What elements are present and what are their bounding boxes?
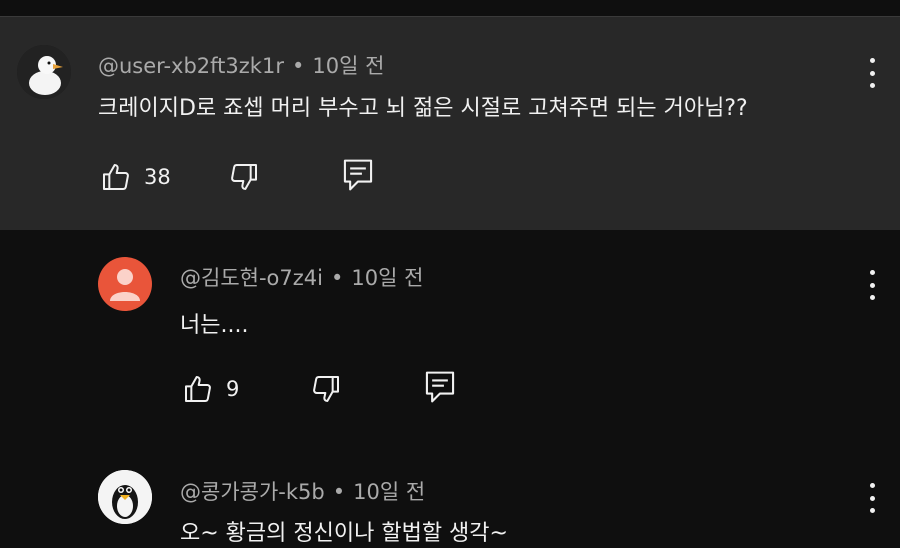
reply-comment-icon — [425, 371, 455, 403]
comment-meta: @콩가콩가-k5b • 10일 전 — [180, 476, 425, 506]
more-options-button[interactable] — [868, 58, 876, 88]
comment-author[interactable]: @user-xb2ft3zk1r — [98, 54, 284, 78]
comment-author[interactable]: @김도현-o7z4i — [180, 266, 323, 290]
comment-meta: @김도현-o7z4i • 10일 전 — [180, 262, 423, 292]
highlighted-comment — [0, 17, 900, 230]
default-user-avatar-icon[interactable] — [98, 257, 152, 311]
reply-comment-icon — [343, 159, 373, 191]
like-button[interactable]: 9 — [182, 373, 239, 405]
comment-author[interactable]: @콩가콩가-k5b — [180, 480, 325, 504]
more-options-button[interactable] — [868, 270, 876, 300]
duck-avatar-icon[interactable] — [17, 45, 71, 99]
meta-separator: • — [330, 266, 344, 290]
comment-text: 크레이지D로 죠셉 머리 부수고 뇌 젊은 시절로 고쳐주면 되는 거아님?? — [98, 96, 748, 121]
comment-time[interactable]: 10일 전 — [312, 54, 384, 78]
comment-meta: @user-xb2ft3zk1r • 10일 전 — [98, 50, 384, 80]
comment-time[interactable]: 10일 전 — [353, 480, 425, 504]
thumbs-down-icon — [313, 376, 339, 402]
dislike-button[interactable] — [228, 161, 260, 193]
dislike-button[interactable] — [310, 373, 342, 405]
comment-text: 너는.... — [180, 313, 249, 338]
like-count: 38 — [144, 165, 171, 189]
like-button[interactable]: 38 — [100, 161, 171, 193]
thumbs-down-icon — [231, 164, 257, 190]
like-count: 9 — [226, 377, 240, 401]
reply-button[interactable] — [342, 158, 374, 192]
comment-time[interactable]: 10일 전 — [351, 266, 423, 290]
thumbs-up-icon — [185, 376, 211, 402]
more-options-button[interactable] — [868, 483, 876, 513]
comment-text: 오~ 황금의 정신이나 할법할 생각~ — [180, 521, 508, 546]
penguin-avatar-icon[interactable] — [98, 470, 152, 524]
thumbs-up-icon — [103, 164, 129, 190]
meta-separator: • — [291, 54, 305, 78]
top-divider-bar — [0, 0, 900, 17]
meta-separator: • — [332, 480, 346, 504]
reply-button[interactable] — [424, 370, 456, 404]
